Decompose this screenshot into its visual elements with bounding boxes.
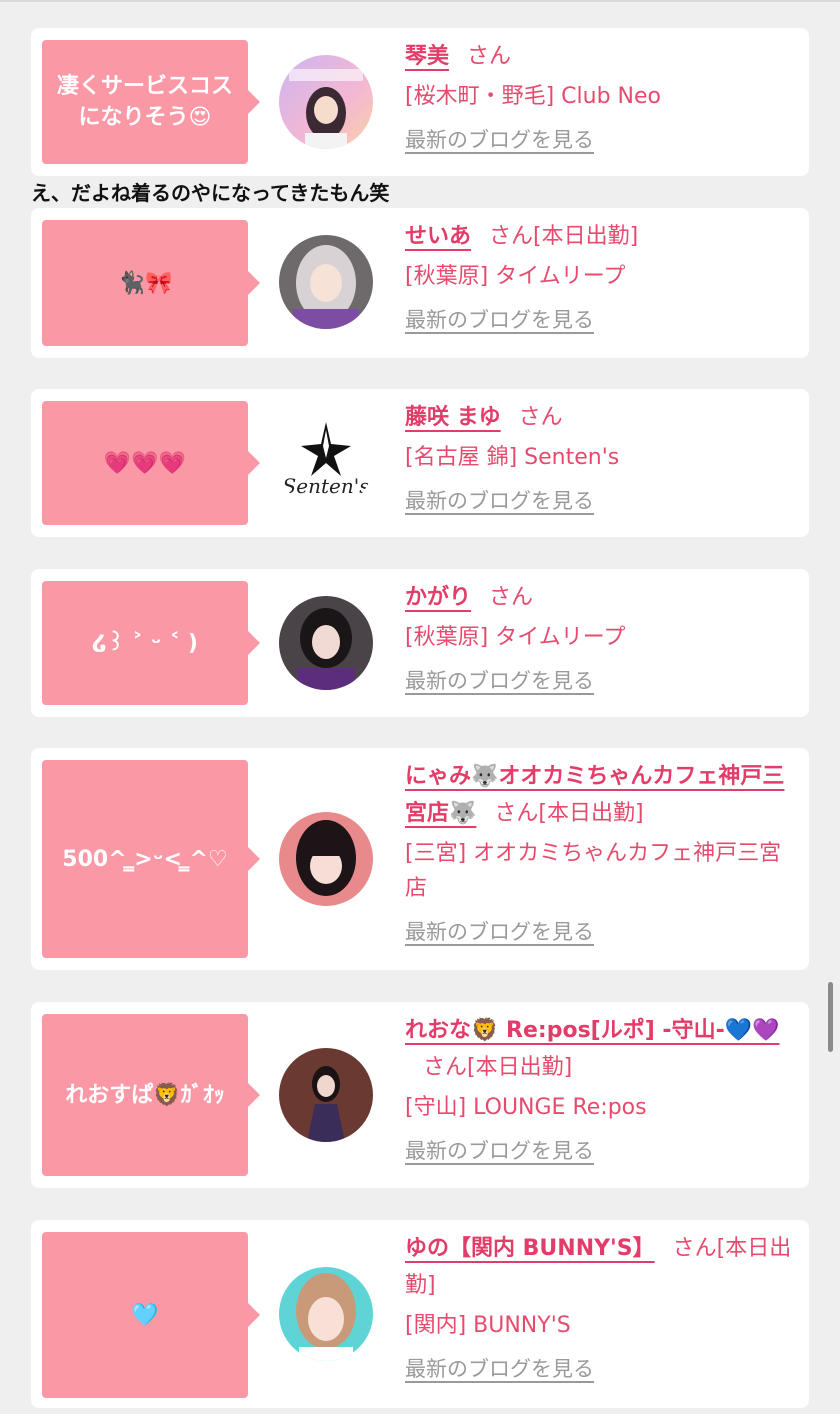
cast-name-link[interactable]: 藤咲 まゆ — [405, 405, 501, 430]
shop-name: [秋葉原] タイムリープ — [405, 625, 626, 650]
cast-name-link[interactable]: かがり — [405, 585, 471, 610]
top-divider — [0, 0, 840, 2]
blog-card: 🐈‍⬛🎀 せいあ さん[本日出勤] [秋葉原] タイムリープ 最新のブログを見る — [31, 208, 809, 358]
cast-name-link[interactable]: ゆの【関内 BUNNY'S】 — [405, 1236, 655, 1261]
status-badge: [本日出勤] — [533, 224, 639, 249]
message-bubble: 凄くサービスコスになりそう😍 — [42, 40, 260, 164]
avatar[interactable] — [279, 1267, 373, 1361]
avatar[interactable] — [279, 55, 373, 149]
latest-blog-link[interactable]: 最新のブログを見る — [405, 916, 594, 946]
status-badge: [本日出勤] — [467, 1055, 573, 1080]
honorific: さん — [518, 405, 563, 430]
latest-blog-link[interactable]: 最新のブログを見る — [405, 1353, 594, 1383]
message-bubble: 🩵 — [42, 1232, 260, 1398]
latest-blog-link[interactable]: 最新のブログを見る — [405, 124, 594, 154]
shop-name: [守山] LOUNGE Re:pos — [405, 1095, 647, 1120]
message-bubble: 500^ ̳>ᵕ< ̳^♡ — [42, 760, 260, 958]
honorific: さん — [423, 1055, 468, 1080]
message-bubble: れおすぱ🦁ｶﾞｵｯ — [42, 1014, 260, 1176]
honorific: さん — [489, 585, 534, 610]
user-comment: え、だよね着るのやになってきたもん笑 — [31, 181, 390, 205]
blog-card: 💗💗💗 Senten's 藤咲 まゆ さん [名古屋 錦] Senten's 最新… — [31, 389, 809, 537]
avatar[interactable] — [279, 1048, 373, 1142]
shop-name: [秋葉原] タイムリープ — [405, 264, 626, 289]
shop-name: [三宮] オオカミちゃんカフェ神戸三宮店 — [405, 841, 782, 901]
shop-logo[interactable]: Senten's — [279, 416, 373, 510]
blog-card: 凄くサービスコスになりそう😍 琴美 さん [桜木町・野毛] Club Neo 最新… — [31, 28, 809, 176]
blog-card: ໒꒱ ˃ ᵕ ˂ ) かがり さん [秋葉原] タイムリープ 最新のブログを見る — [31, 569, 809, 717]
avatar[interactable] — [279, 596, 373, 690]
avatar[interactable] — [279, 812, 373, 906]
shop-name: [桜木町・野毛] Club Neo — [405, 84, 661, 109]
scrollbar[interactable] — [828, 982, 833, 1052]
cast-name-link[interactable]: せいあ — [405, 224, 471, 249]
message-bubble: 🐈‍⬛🎀 — [42, 220, 260, 346]
honorific: さん — [494, 801, 539, 826]
blog-card: れおすぱ🦁ｶﾞｵｯ れおな🦁 Re:pos[ルポ] -守山-💙💜 さん[本日出勤]… — [31, 1002, 809, 1188]
latest-blog-link[interactable]: 最新のブログを見る — [405, 304, 594, 334]
shop-name: [名古屋 錦] Senten's — [405, 445, 620, 470]
cast-name-link[interactable]: れおな🦁 Re:pos[ルポ] -守山-💙💜 — [405, 1018, 779, 1043]
blog-card: 🩵 ゆの【関内 BUNNY'S】 さん[本日出勤] [関内] BUNNY'S 最新… — [31, 1220, 809, 1408]
avatar[interactable] — [279, 235, 373, 329]
honorific: さん — [672, 1236, 717, 1261]
latest-blog-link[interactable]: 最新のブログを見る — [405, 1135, 594, 1165]
latest-blog-link[interactable]: 最新のブログを見る — [405, 665, 594, 695]
blog-card: 500^ ̳>ᵕ< ̳^♡ にゃみ🐺オオカミちゃんカフェ神戸三宮店🐺 さん[本日出… — [31, 748, 809, 970]
logo-text: Senten's — [282, 474, 370, 498]
message-bubble: ໒꒱ ˃ ᵕ ˂ ) — [42, 581, 260, 705]
honorific: さん — [489, 224, 534, 249]
status-badge: [本日出勤] — [538, 801, 644, 826]
honorific: さん — [467, 44, 512, 69]
message-bubble: 💗💗💗 — [42, 401, 260, 525]
shop-name: [関内] BUNNY'S — [405, 1313, 571, 1338]
cast-name-link[interactable]: 琴美 — [405, 44, 449, 69]
latest-blog-link[interactable]: 最新のブログを見る — [405, 485, 594, 515]
